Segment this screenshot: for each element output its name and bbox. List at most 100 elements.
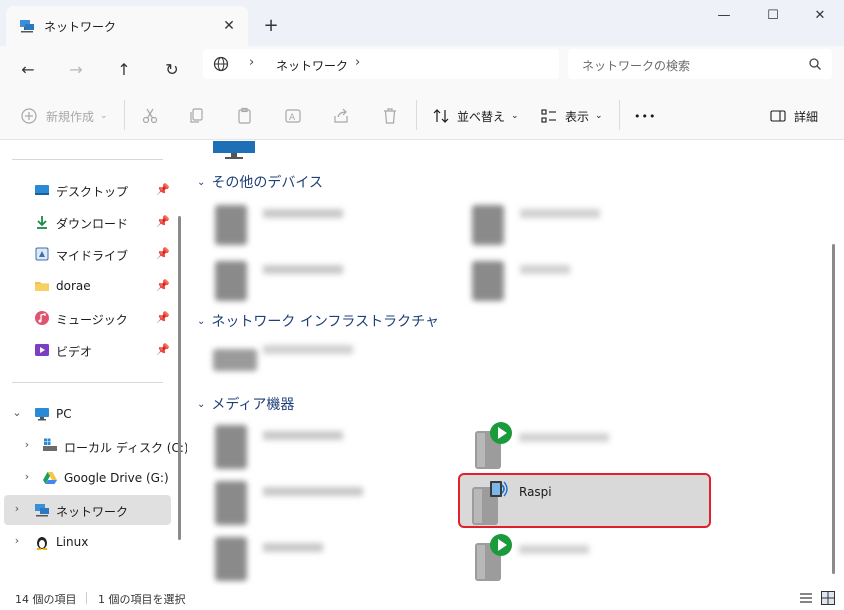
- sidebar-item-label: ミュージック: [56, 313, 128, 327]
- chevron-down-icon: ⌄: [197, 176, 206, 188]
- sidebar-item-linux[interactable]: › Linux: [4, 527, 171, 557]
- rename-icon: A: [285, 109, 301, 123]
- close-window-button[interactable]: ✕: [796, 0, 844, 30]
- chevron-right-icon[interactable]: ›: [10, 502, 24, 515]
- share-button[interactable]: [332, 104, 350, 128]
- trash-icon: [384, 108, 396, 124]
- sidebar-item-mydrive[interactable]: マイドライブ 📌: [4, 239, 171, 269]
- paste-icon: [238, 107, 251, 124]
- divider: [86, 592, 87, 604]
- group-label: その他のデバイス: [211, 175, 323, 191]
- rename-button[interactable]: A: [284, 104, 302, 128]
- plus-circle-icon: [21, 108, 37, 124]
- blurred-name: [519, 433, 609, 442]
- blurred-device[interactable]: [205, 251, 355, 311]
- navigation-pane: デスクトップ 📌 ダウンロード 📌 マイドライブ 📌 dorae 📌 ミュージッ…: [0, 141, 189, 586]
- search-box[interactable]: ネットワークの検索: [568, 49, 832, 79]
- maximize-button[interactable]: ☐: [749, 0, 797, 30]
- group-label: ネットワーク インフラストラクチャ: [211, 314, 439, 330]
- group-header-other-devices[interactable]: ⌄ その他のデバイス: [197, 172, 323, 192]
- content-scrollbar[interactable]: [832, 244, 835, 574]
- tab-network[interactable]: ネットワーク ✕: [6, 6, 248, 46]
- blurred-device[interactable]: [205, 417, 355, 477]
- search-icon: [809, 58, 821, 70]
- item-count: 14 個の項目: [15, 593, 77, 606]
- folder-icon: [35, 282, 49, 291]
- breadcrumb-network[interactable]: ネットワーク: [276, 57, 348, 74]
- sidebar-scrollbar[interactable]: [178, 216, 181, 540]
- delete-button[interactable]: [381, 104, 399, 128]
- sort-label: 並べ替え: [457, 109, 506, 124]
- sidebar-item-label: ダウンロード: [56, 217, 129, 231]
- sidebar-item-label: マイドライブ: [56, 249, 129, 263]
- media-device-raspi[interactable]: Raspi: [458, 473, 711, 528]
- up-button[interactable]: ↑: [108, 53, 140, 85]
- sidebar-item-desktop[interactable]: デスクトップ 📌: [4, 175, 171, 205]
- details-label: 詳細: [794, 109, 819, 124]
- sidebar-item-local-disk[interactable]: › ローカル ディスク (C:): [4, 431, 189, 461]
- video-icon: [35, 344, 49, 356]
- media-device[interactable]: [465, 417, 615, 477]
- pin-icon: 📌: [156, 183, 170, 196]
- close-tab-button[interactable]: ✕: [218, 15, 240, 37]
- blurred-device[interactable]: [205, 529, 355, 589]
- pin-icon: 📌: [156, 343, 170, 356]
- cut-button[interactable]: [141, 104, 159, 128]
- media-server-icon: [472, 481, 508, 525]
- address-bar[interactable]: › ネットワーク ›: [203, 49, 559, 79]
- minimize-button[interactable]: —: [700, 0, 748, 30]
- drive-icon: [35, 247, 49, 261]
- group-header-media-devices[interactable]: ⌄ メディア機器: [197, 394, 294, 414]
- sidebar-item-label: dorae: [56, 279, 91, 293]
- breadcrumb-chevron-end[interactable]: ›: [355, 55, 360, 70]
- network-icon: [20, 20, 34, 33]
- sidebar-item-label: ローカル ディスク (C:): [64, 441, 189, 455]
- details-button[interactable]: 詳細: [769, 104, 818, 128]
- sort-button[interactable]: 並べ替え ⌄: [432, 104, 519, 128]
- media-device[interactable]: [465, 529, 615, 589]
- pin-icon: 📌: [156, 247, 170, 260]
- sidebar-item-pc[interactable]: ⌄ PC: [4, 399, 171, 429]
- blurred-device[interactable]: [462, 251, 612, 311]
- paste-button[interactable]: [236, 104, 254, 128]
- search-input[interactable]: ネットワークの検索: [582, 57, 690, 74]
- music-icon: [35, 311, 49, 325]
- sidebar-item-google-drive[interactable]: › Google Drive (G:): [4, 463, 171, 493]
- chevron-down-icon: ⌄: [100, 111, 108, 121]
- blurred-device[interactable]: [205, 195, 355, 255]
- sidebar-item-music[interactable]: ミュージック 📌: [4, 303, 171, 333]
- linux-icon: [36, 537, 48, 550]
- copy-button[interactable]: [188, 104, 206, 128]
- new-tab-button[interactable]: +: [258, 12, 284, 38]
- group-header-network-infrastructure[interactable]: ⌄ ネットワーク インフラストラクチャ: [197, 311, 439, 331]
- chevron-right-icon[interactable]: ›: [10, 534, 24, 547]
- blurred-device[interactable]: [462, 195, 612, 255]
- divider: [12, 382, 163, 383]
- refresh-button[interactable]: ↻: [156, 53, 188, 85]
- blurred-device[interactable]: [205, 473, 363, 533]
- view-button[interactable]: 表示 ⌄: [540, 104, 603, 128]
- sidebar-item-dorae[interactable]: dorae 📌: [4, 271, 171, 301]
- new-label: 新規作成: [46, 109, 95, 124]
- explorer-window: ネットワーク ✕ + — ☐ ✕ ← → ↑ ↻ › ネットワーク › ネットワ…: [0, 0, 844, 610]
- chevron-right-icon[interactable]: ›: [20, 470, 34, 483]
- blurred-device[interactable]: [205, 335, 355, 385]
- pin-icon: 📌: [156, 215, 170, 228]
- new-button[interactable]: 新規作成 ⌄: [20, 104, 108, 128]
- chevron-right-icon[interactable]: ›: [20, 438, 34, 451]
- sidebar-item-downloads[interactable]: ダウンロード 📌: [4, 207, 171, 237]
- details-pane-icon: [770, 110, 786, 122]
- forward-button[interactable]: →: [60, 53, 92, 85]
- chevron-down-icon[interactable]: ⌄: [10, 406, 24, 419]
- sidebar-item-label: Linux: [56, 535, 89, 549]
- back-button[interactable]: ←: [12, 53, 44, 85]
- breadcrumb-chevron[interactable]: ›: [249, 55, 254, 70]
- sidebar-item-label: デスクトップ: [56, 185, 129, 199]
- divider: [124, 100, 125, 130]
- command-bar: 新規作成 ⌄ A 並べ替え ⌄ 表示 ⌄ ••• 詳細: [0, 92, 844, 140]
- tiles-view-icon[interactable]: [821, 591, 835, 605]
- list-view-icon[interactable]: [799, 592, 813, 604]
- sidebar-item-videos[interactable]: ビデオ 📌: [4, 335, 171, 365]
- sidebar-item-network[interactable]: › ネットワーク: [4, 495, 171, 525]
- more-button[interactable]: •••: [634, 104, 656, 128]
